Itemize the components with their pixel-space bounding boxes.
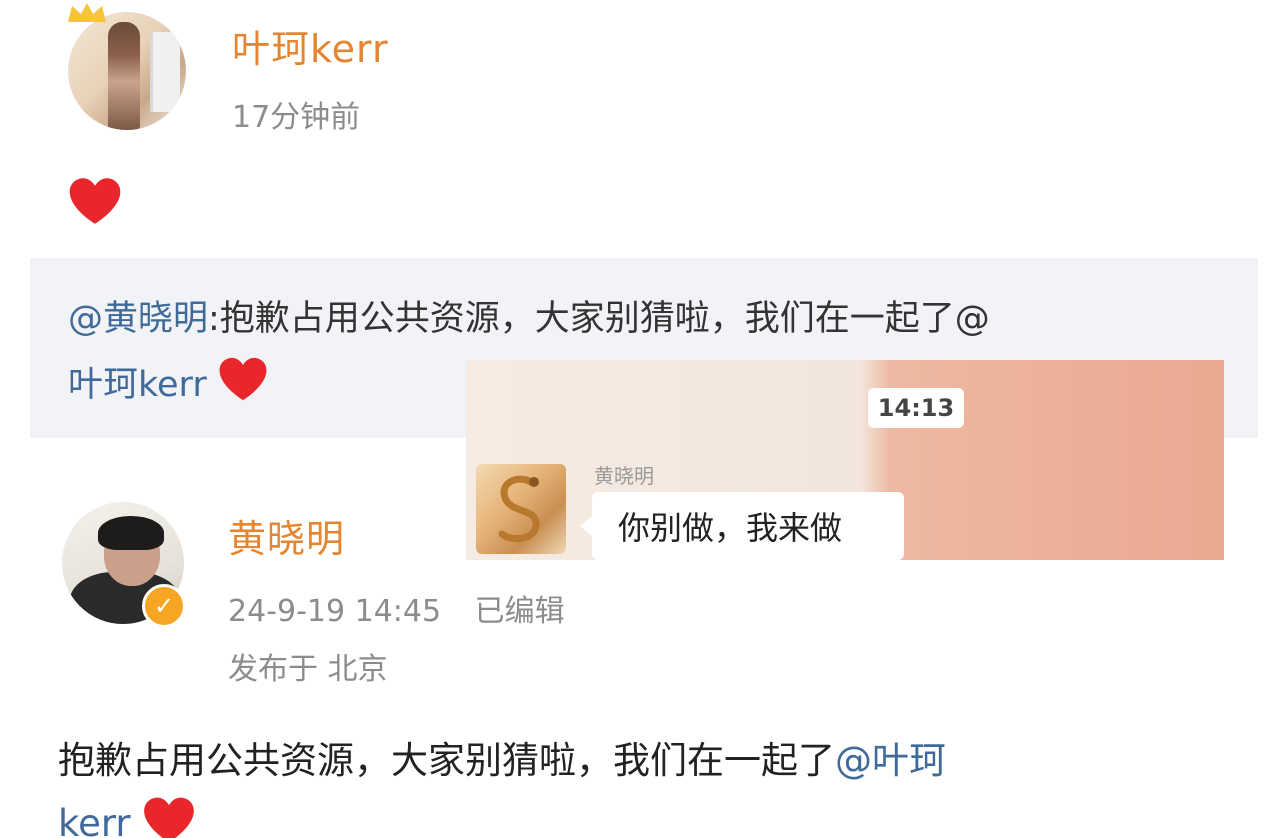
repost-text-line1: @黄晓明:抱歉占用公共资源，大家别猜啦，我们在一起了@ xyxy=(68,290,990,341)
crown-icon xyxy=(68,3,106,22)
post1-timestamp: 17分钟前 xyxy=(232,100,361,135)
post1-username[interactable]: 叶珂kerr xyxy=(232,18,389,73)
heart-emoji-icon xyxy=(218,356,268,402)
chat-timestamp: 14:13 xyxy=(868,388,964,428)
repost-text-line2: 叶珂kerr xyxy=(68,356,268,407)
repost-mention-author[interactable]: @黄晓明 xyxy=(68,299,208,339)
chat-message-bubble: 你别做，我来做 xyxy=(580,492,904,560)
post2-edited-label[interactable]: 已编辑 xyxy=(475,594,565,629)
chat-sender-name: 黄晓明 xyxy=(594,464,654,488)
post2-content-text: 抱歉占用公共资源，大家别猜啦，我们在一起了 xyxy=(58,739,835,782)
avatar-photo-door xyxy=(150,32,180,112)
repost-body-text: :抱歉占用公共资源，大家别猜啦，我们在一起了@ xyxy=(208,299,990,339)
avatar-photo-figure xyxy=(108,22,140,130)
post2-date: 24-9-19 14:45 xyxy=(228,594,442,629)
repost-mention-yeke[interactable]: 叶珂kerr xyxy=(68,365,207,405)
verified-badge-icon: ✓ xyxy=(142,584,186,628)
heart-emoji-icon xyxy=(142,796,196,838)
post2-mention-yeke-cont[interactable]: kerr xyxy=(58,802,131,838)
post2-content-line1: 抱歉占用公共资源，大家别猜啦，我们在一起了@叶珂 xyxy=(58,730,946,784)
post2-mention-yeke[interactable]: @叶珂 xyxy=(835,739,946,782)
heart-emoji-icon xyxy=(68,176,122,226)
avatar-photo-hair xyxy=(98,516,164,550)
post2-meta-line: 24-9-19 14:45 已编辑 xyxy=(228,586,565,630)
user-avatar-yeke[interactable] xyxy=(68,12,186,130)
chat-screenshot-image[interactable]: 14:13 黄晓明 你别做，我来做 xyxy=(466,360,1224,560)
post2-content-line2: kerr xyxy=(58,796,196,838)
dragon-icon xyxy=(498,475,540,543)
chat-avatar-dragon xyxy=(476,464,566,554)
post2-location: 发布于 北京 xyxy=(228,652,388,687)
post2-username[interactable]: 黄晓明 xyxy=(228,508,345,563)
